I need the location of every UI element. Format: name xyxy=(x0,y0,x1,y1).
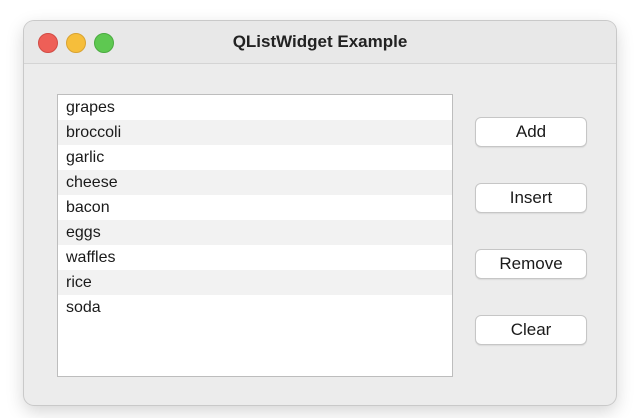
title-bar: QListWidget Example xyxy=(24,21,616,64)
list-item[interactable]: garlic xyxy=(58,145,452,170)
window-title: QListWidget Example xyxy=(232,32,408,51)
list-item[interactable]: soda xyxy=(58,295,452,320)
list-item[interactable]: eggs xyxy=(58,220,452,245)
list-item[interactable]: bacon xyxy=(58,195,452,220)
insert-button[interactable]: Insert xyxy=(475,183,587,213)
list-widget[interactable]: grapes broccoli garlic cheese bacon eggs… xyxy=(57,94,453,377)
add-button[interactable]: Add xyxy=(475,117,587,147)
list-item[interactable]: waffles xyxy=(58,245,452,270)
list-item[interactable]: broccoli xyxy=(58,120,452,145)
list-item[interactable]: cheese xyxy=(58,170,452,195)
remove-button[interactable]: Remove xyxy=(475,249,587,279)
app-window: QListWidget Example grapes broccoli garl… xyxy=(24,21,616,405)
list-item[interactable]: grapes xyxy=(58,95,452,120)
list-item[interactable]: rice xyxy=(58,270,452,295)
clear-button[interactable]: Clear xyxy=(475,315,587,345)
